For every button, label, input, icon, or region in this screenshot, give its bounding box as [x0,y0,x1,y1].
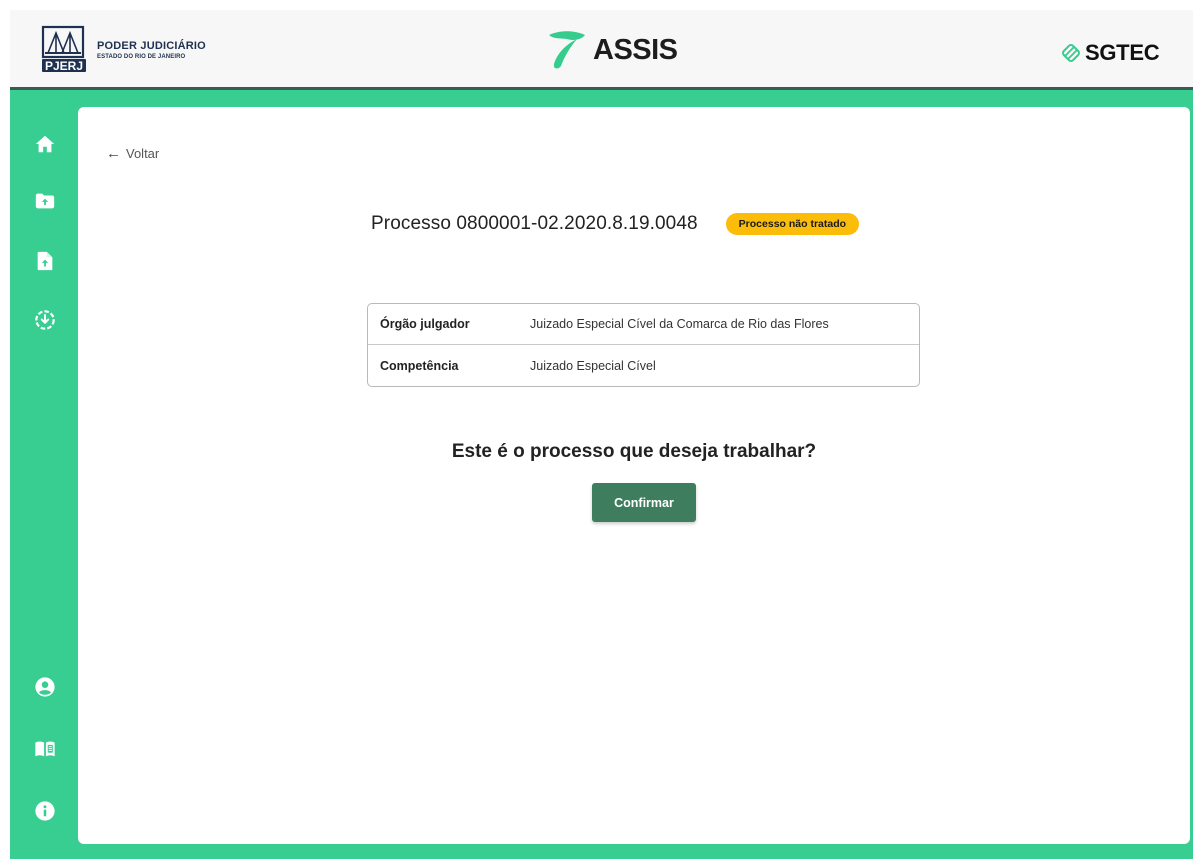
user-circle-icon[interactable] [34,676,56,698]
confirmation-question: Este é o processo que deseja trabalhar? [451,441,817,462]
sidebar-nav [10,93,77,859]
back-label: Voltar [126,146,160,161]
pjerj-emblem-logo: PJERJ [41,25,86,73]
table-row: Competência Juizado Especial Cível [368,345,919,386]
back-link[interactable]: ← Voltar [106,145,159,162]
main-content: ← Voltar Processo 0800001-02.2020.8.19.0… [78,107,1190,844]
home-icon[interactable] [34,133,56,155]
assis-brand: ASSIS [545,28,678,72]
download-circle-icon[interactable] [34,309,56,331]
confirm-button[interactable]: Confirmar [592,483,696,522]
manual-book-icon[interactable] [34,738,56,760]
assis-logo-icon [549,31,585,69]
pjerj-subtitle: ESTADO DO RIO DE JANEIRO [97,53,186,60]
status-badge: Processo não tratado [725,213,860,235]
folder-upload-icon[interactable] [34,190,56,212]
file-upload-icon[interactable] [34,250,56,272]
detail-value: Juizado Especial Cível da Comarca de Rio… [530,317,829,331]
process-details-table: Órgão julgador Juizado Especial Cível da… [367,303,920,387]
sgtec-logo-icon [1062,44,1080,62]
pjerj-brand: PJERJ PODER JUDICIÁRIO ESTADO DO RIO DE … [39,25,206,75]
process-title: Processo 0800001-02.2020.8.19.0048 [371,213,698,234]
pjerj-title: PODER JUDICIÁRIO [97,39,206,52]
process-header: Processo 0800001-02.2020.8.19.0048 Proce… [371,213,860,235]
info-icon[interactable] [34,800,56,822]
sgtec-title: SGTEC [1085,40,1160,65]
svg-text:PJERJ: PJERJ [45,59,83,73]
assis-title: ASSIS [593,33,678,66]
table-row: Órgão julgador Juizado Especial Cível da… [368,304,919,345]
detail-label: Competência [380,358,459,373]
app-frame: PJERJ PODER JUDICIÁRIO ESTADO DO RIO DE … [10,10,1193,859]
detail-value: Juizado Especial Cível [530,358,656,373]
top-header: PJERJ PODER JUDICIÁRIO ESTADO DO RIO DE … [10,10,1193,90]
detail-label: Órgão julgador [380,317,470,331]
arrow-left-icon: ← [106,145,121,162]
sgtec-brand: SGTEC [1060,40,1160,66]
